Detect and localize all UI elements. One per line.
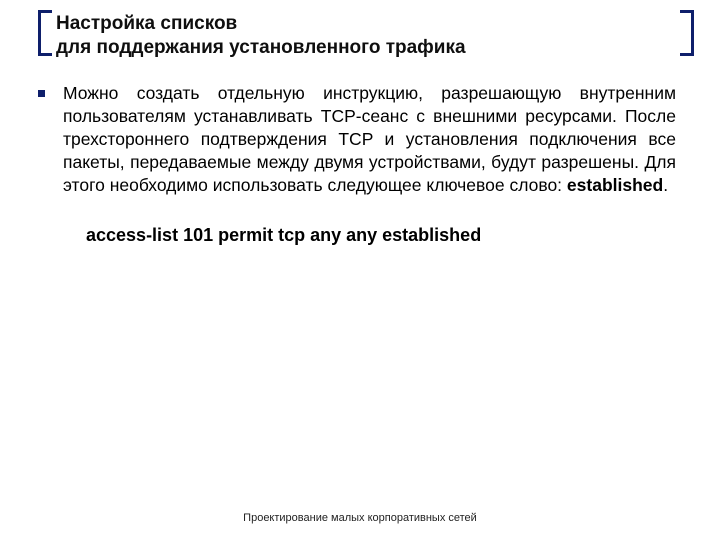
title-line-2: для поддержания установленного трафика	[56, 37, 466, 58]
slide: Настройка списков для поддержания устано…	[0, 0, 720, 540]
footer-text: Проектирование малых корпоративных сетей	[0, 512, 720, 524]
slide-body: Можно создать отдельную инструкцию, разр…	[56, 82, 676, 246]
bullet-item: Можно создать отдельную инструкцию, разр…	[56, 82, 676, 197]
title-block: Настройка списков для поддержания устано…	[56, 12, 680, 60]
bullet-square-icon	[38, 90, 45, 97]
title-line-1: Настройка списков	[56, 13, 237, 34]
command-line: access-list 101 permit tcp any any estab…	[86, 225, 676, 246]
keyword-established: established	[567, 175, 663, 195]
slide-title: Настройка списков для поддержания устано…	[56, 12, 680, 60]
title-bracket-left	[38, 10, 52, 56]
body-paragraph: Можно создать отдельную инструкцию, разр…	[63, 82, 676, 197]
title-bracket-right	[680, 10, 694, 56]
paragraph-suffix: .	[663, 175, 668, 195]
